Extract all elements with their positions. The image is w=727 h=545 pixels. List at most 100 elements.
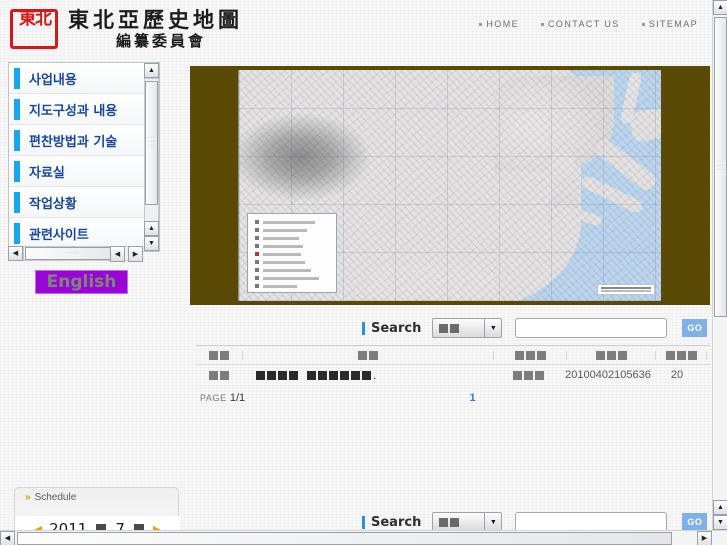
legend-text [263, 276, 319, 280]
nav-label-contact-us: CONTACT US [548, 19, 620, 29]
menu-accent-bar [14, 98, 20, 120]
legend-item [251, 274, 333, 282]
scrollbar-thumb[interactable]: ⋯ ⋯ ⋯ [714, 17, 727, 317]
sidebar-item-label: 작업상황 [29, 196, 77, 212]
sidebar-item-work-status[interactable]: 작업상황 [9, 187, 145, 218]
seal-glyph-text: 東北 [19, 9, 52, 29]
tofu-glyph [329, 370, 338, 380]
search-category-select[interactable]: ▼ [432, 512, 503, 532]
tofu-glyph [209, 350, 218, 360]
search-panel-top: Search ▼ GO [190, 313, 710, 343]
pagination: PAGE 1/1 1 [200, 392, 710, 410]
page-link-1[interactable]: 1 [200, 392, 712, 404]
scroll-right-arrow-icon[interactable]: ▶ [697, 531, 712, 545]
legend-text [263, 268, 311, 272]
legend-marker-icon [255, 228, 259, 232]
site-header: 東北 東北亞歷史地圖 編纂委員會 HOME CONTACT US SITEMAP [0, 0, 712, 58]
scroll-down-arrow-icon[interactable]: ▼ [144, 236, 159, 251]
legend-item [251, 234, 333, 242]
column-header-date [567, 350, 655, 360]
tofu-glyph [267, 370, 276, 380]
scroll-left-arrow-icon[interactable]: ◀ [8, 246, 23, 261]
legend-text [263, 244, 303, 248]
map-image[interactable] [238, 70, 661, 301]
seal-stamp-icon: 東北 [8, 7, 62, 51]
scale-bar-line [601, 287, 651, 289]
search-label: Search [371, 514, 422, 530]
sidebar-item-map-composition[interactable]: 지도구성과 내용 [9, 94, 145, 125]
scroll-left-arrow-icon[interactable]: ◀ [0, 531, 15, 545]
scroll-up-arrow-icon[interactable]: ▲ [713, 0, 727, 15]
sidebar-menu-list: 사업내용 지도구성과 내용 편찬방법과 기술 자료실 작업상황 관련사이트 [9, 63, 145, 249]
tofu-glyph [362, 370, 371, 380]
tofu-glyph [595, 350, 605, 360]
tofu-glyph [534, 370, 544, 380]
legend-marker-icon [255, 284, 259, 288]
page-canvas: 東北 東北亞歷史地圖 編纂委員會 HOME CONTACT US SITEMAP [0, 0, 712, 533]
chevron-down-icon[interactable]: ▼ [484, 513, 501, 531]
legend-marker-icon [255, 260, 259, 264]
scrollbar-thumb[interactable] [17, 532, 672, 545]
top-navigation: HOME CONTACT US SITEMAP [479, 19, 698, 29]
scroll-right-arrow-icon[interactable]: ▶ [128, 246, 143, 262]
search-input[interactable] [515, 512, 668, 532]
bullet-icon [479, 22, 483, 26]
sidebar-item-related-sites[interactable]: 관련사이트 [9, 218, 145, 249]
sidebar-item-label: 사업내용 [29, 72, 77, 88]
nav-item-contact-us[interactable]: CONTACT US [541, 19, 620, 29]
schedule-panel: » Schedule ◀ 2011 7 ▶ ▲ [14, 487, 180, 533]
sidebar-item-label: 자료실 [29, 165, 65, 181]
search-go-button[interactable]: GO [682, 513, 708, 531]
english-language-button[interactable]: English [35, 270, 128, 294]
table-header-row [196, 345, 710, 365]
scrollbar-thumb[interactable]: ⋯ ⋯ ⋯ [145, 81, 158, 205]
tofu-glyph [307, 370, 316, 380]
legend-item [251, 218, 333, 226]
scroll-left-arrow-icon[interactable]: ◀ [110, 246, 125, 262]
sidebar-item-compilation-method[interactable]: 편찬방법과 기술 [9, 125, 145, 156]
scale-bar-ticks [601, 290, 651, 292]
tofu-glyph [665, 350, 675, 360]
legend-text [263, 252, 301, 256]
chevron-down-icon[interactable]: ▼ [484, 319, 501, 337]
tofu-glyph [318, 370, 327, 380]
bullet-icon [541, 22, 545, 26]
window-horizontal-scrollbar[interactable]: ◀ ▶ [0, 530, 727, 545]
search-accent-tick [362, 321, 365, 335]
tofu-glyph [358, 350, 367, 360]
tofu-glyph [289, 370, 298, 380]
cell-writer [492, 370, 564, 380]
search-input[interactable] [515, 318, 668, 338]
legend-text [263, 236, 299, 240]
search-category-select[interactable]: ▼ [432, 318, 503, 338]
tofu-glyph [351, 370, 360, 380]
sidebar-vertical-scrollbar[interactable]: ▲ ⋯ ⋯ ⋯ [144, 63, 159, 223]
grip-dots-icon: ⋯⋯ [64, 249, 81, 257]
scroll-down-arrow-icon[interactable]: ▼ [713, 515, 727, 530]
sidebar-horizontal-scroll-buttons[interactable]: ◀ ▶ [110, 246, 144, 262]
nav-item-sitemap[interactable]: SITEMAP [641, 19, 698, 29]
legend-item [251, 266, 333, 274]
table-row[interactable]: . 20100402105636 20 [196, 365, 710, 386]
legend-item [251, 282, 333, 290]
cell-title[interactable]: . [242, 368, 492, 382]
scrollbar-thumb[interactable]: ⋯⋯ [25, 247, 120, 260]
column-header-hits [656, 350, 706, 360]
tofu-glyph [278, 370, 287, 380]
results-table: . 20100402105636 20 [196, 345, 710, 386]
window-vertical-scrollbar[interactable]: ▲ ⋯ ⋯ ⋯ ▲ ▼ [712, 0, 727, 545]
site-logo[interactable]: 東北 東北亞歷史地圖 編纂委員會 [8, 2, 268, 56]
sidebar-vertical-scrollbar-buttons[interactable]: ▲ ▼ [144, 221, 159, 251]
search-go-button[interactable]: GO [682, 319, 708, 337]
scroll-up-arrow-icon[interactable]: ▲ [144, 221, 159, 236]
tofu-glyph [512, 370, 522, 380]
nav-item-home[interactable]: HOME [479, 19, 519, 29]
tofu-glyph [676, 350, 686, 360]
logo-text-block: 東北亞歷史地圖 編纂委員會 [68, 9, 268, 49]
sidebar-item-business[interactable]: 사업내용 [9, 63, 145, 94]
cell-hits: 20 [670, 369, 684, 381]
scroll-up-arrow-icon[interactable]: ▲ [713, 500, 727, 515]
tofu-glyph [536, 350, 546, 360]
scroll-up-arrow-icon[interactable]: ▲ [144, 63, 159, 78]
sidebar-item-archive[interactable]: 자료실 [9, 156, 145, 187]
